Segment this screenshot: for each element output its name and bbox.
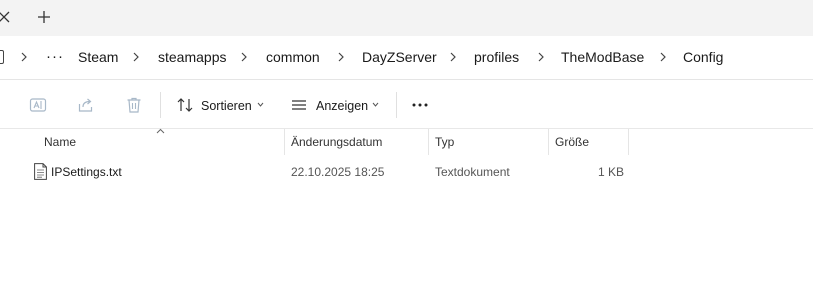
- sort-button[interactable]: Sortieren: [201, 99, 252, 113]
- column-header-name[interactable]: Name: [44, 135, 76, 149]
- sort-ascending-icon: [156, 128, 165, 134]
- toolbar-divider: [396, 92, 397, 118]
- breadcrumb-steamapps[interactable]: steamapps: [158, 49, 226, 65]
- breadcrumb-themodbase[interactable]: TheModBase: [561, 49, 644, 65]
- breadcrumb-common[interactable]: common: [266, 49, 320, 65]
- chevron-down-icon[interactable]: [257, 102, 264, 107]
- column-header-type[interactable]: Typ: [435, 135, 454, 149]
- column-divider[interactable]: [428, 129, 429, 155]
- chevron-right-icon[interactable]: [537, 52, 545, 62]
- column-header-date[interactable]: Änderungsdatum: [291, 135, 382, 149]
- column-divider[interactable]: [548, 129, 549, 155]
- file-date: 22.10.2025 18:25: [291, 165, 385, 179]
- more-icon[interactable]: [411, 96, 429, 114]
- file-size: 1 KB: [598, 165, 625, 179]
- file-type: Textdokument: [435, 165, 510, 179]
- chevron-right-icon[interactable]: [337, 52, 345, 62]
- chevron-right-icon[interactable]: [132, 52, 140, 62]
- tab-strip: [0, 0, 813, 36]
- trash-icon[interactable]: [125, 96, 143, 114]
- breadcrumb-overflow[interactable]: ···: [46, 48, 64, 65]
- file-list: Name Änderungsdatum Typ Größe IPSettings…: [0, 128, 813, 288]
- view-icon[interactable]: [290, 96, 308, 114]
- file-name[interactable]: IPSettings.txt: [51, 165, 122, 179]
- command-bar: Sortieren Anzeigen: [0, 80, 813, 129]
- rename-icon[interactable]: [29, 96, 47, 114]
- breadcrumb-steam[interactable]: Steam: [78, 49, 118, 65]
- address-bar[interactable]: ··· Steam steamapps common DayZServer pr…: [0, 36, 813, 80]
- chevron-right-icon[interactable]: [659, 52, 667, 62]
- chevron-right-icon[interactable]: [20, 52, 28, 62]
- column-header-size[interactable]: Größe: [555, 135, 589, 149]
- view-button[interactable]: Anzeigen: [316, 99, 368, 113]
- chevron-right-icon[interactable]: [449, 52, 457, 62]
- toolbar-divider: [160, 92, 161, 118]
- chevron-right-icon[interactable]: [240, 52, 248, 62]
- text-file-icon: [34, 163, 47, 180]
- column-divider[interactable]: [628, 129, 629, 155]
- sort-icon[interactable]: [176, 96, 194, 114]
- chevron-down-icon[interactable]: [372, 102, 379, 107]
- folder-icon[interactable]: [0, 50, 4, 64]
- share-icon[interactable]: [77, 96, 95, 114]
- breadcrumb-dayzserver[interactable]: DayZServer: [362, 49, 437, 65]
- plus-icon[interactable]: [36, 9, 52, 25]
- close-icon[interactable]: [0, 9, 12, 25]
- breadcrumb-profiles[interactable]: profiles: [474, 49, 519, 65]
- breadcrumb-config[interactable]: Config: [683, 49, 723, 65]
- file-row[interactable]: IPSettings.txt 22.10.2025 18:25 Textdoku…: [12, 160, 624, 184]
- column-divider[interactable]: [284, 129, 285, 155]
